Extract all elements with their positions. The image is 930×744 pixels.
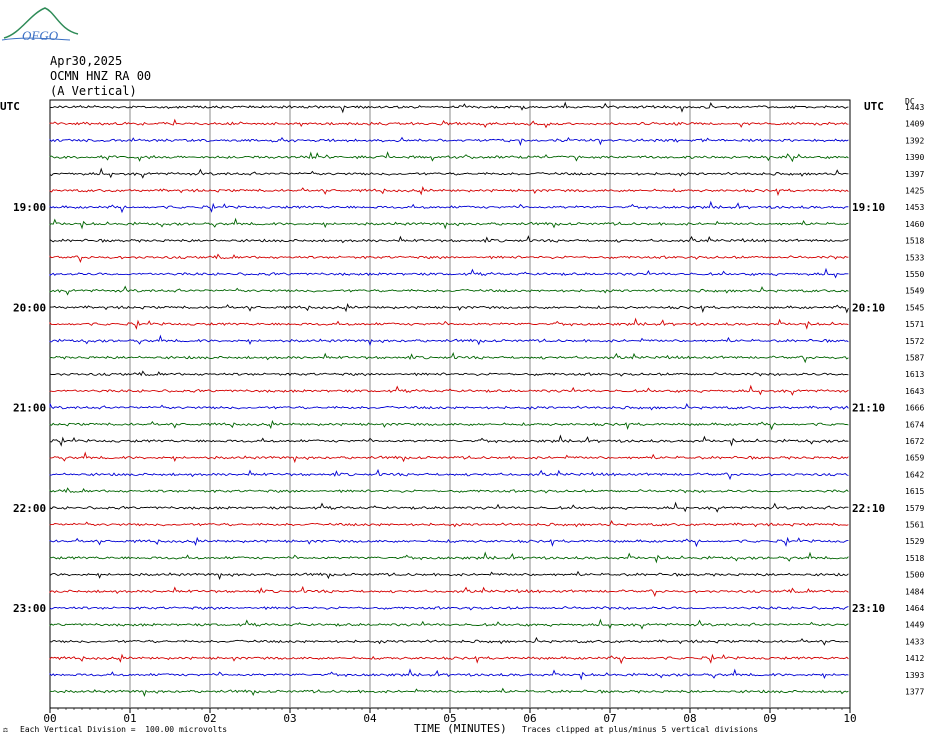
- dc-offset-label: 1545: [905, 303, 924, 312]
- seismic-trace: [49, 551, 849, 564]
- seismic-trace: [49, 687, 849, 697]
- seismic-trace: [49, 403, 849, 411]
- scale-icon: ⚖: [3, 725, 8, 734]
- seismic-trace: [49, 451, 849, 464]
- dc-offset-label: 1674: [905, 420, 924, 429]
- left-time-label: 20:00: [13, 301, 46, 314]
- dc-offset-label: 1529: [905, 537, 924, 546]
- helicorder-plot: 00 01 02 03 04 05 06 07 08 09 10144314091392139013…: [0, 97, 924, 725]
- dc-offset-label: 1659: [905, 454, 924, 463]
- dc-offset-label: 1464: [905, 604, 924, 613]
- right-time-label: 19:10: [852, 201, 885, 214]
- clip-footnote: Traces clipped at plus/minus 5 vertical …: [522, 725, 759, 734]
- seismic-trace: [49, 235, 849, 244]
- dc-offset-label: 1642: [905, 470, 924, 479]
- left-time-label: 19:00: [13, 201, 46, 214]
- left-axis-title: UTC: [0, 100, 20, 113]
- right-time-label: 21:10: [852, 402, 885, 415]
- seismic-trace: [49, 267, 849, 279]
- dc-offset-label: 1579: [905, 504, 924, 513]
- dc-offset-label: 1425: [905, 187, 924, 196]
- left-time-label: 22:00: [13, 502, 46, 515]
- seismic-trace: [49, 136, 849, 147]
- dc-offset-label: 1453: [905, 203, 924, 212]
- seismic-trace: [49, 118, 849, 129]
- dc-offset-label: 1449: [905, 621, 924, 630]
- right-time-label: 20:10: [852, 301, 885, 314]
- seismic-trace: [49, 101, 849, 114]
- dc-title: DC: [905, 97, 915, 106]
- seismic-trace: [49, 653, 849, 665]
- seismic-trace: [49, 618, 849, 630]
- seismic-trace: [49, 468, 849, 481]
- x-tick-label: 06: [523, 712, 536, 725]
- seismic-trace: [49, 334, 849, 347]
- seismic-trace: [49, 384, 849, 396]
- dc-offset-label: 1377: [905, 688, 924, 697]
- seismic-trace: [49, 217, 849, 230]
- dc-offset-label: 1571: [905, 320, 924, 329]
- seismic-trace: [49, 151, 849, 163]
- x-tick-label: 07: [603, 712, 616, 725]
- dc-offset-label: 1484: [905, 587, 924, 596]
- dc-offset-label: 1549: [905, 287, 924, 296]
- dc-offset-label: 1550: [905, 270, 924, 279]
- dc-offset-label: 1433: [905, 637, 924, 646]
- x-tick-label: 03: [283, 712, 296, 725]
- seismic-trace: [49, 536, 849, 548]
- x-tick-label: 09: [763, 712, 776, 725]
- dc-offset-label: 1393: [905, 671, 924, 680]
- x-tick-label: 08: [683, 712, 696, 725]
- dc-offset-label: 1666: [905, 404, 924, 413]
- seismic-trace: [49, 434, 849, 447]
- seismic-trace: [49, 186, 849, 197]
- seismic-trace: [49, 570, 849, 581]
- left-time-label: 21:00: [13, 402, 46, 415]
- x-tick-label: 01: [123, 712, 136, 725]
- dc-offset-label: 1561: [905, 521, 924, 530]
- scale-footnote: Each Vertical Division = 100.00 microvol…: [20, 725, 228, 734]
- dc-offset-label: 1643: [905, 387, 924, 396]
- right-axis-title: UTC: [864, 100, 884, 113]
- dc-offset-label: 1412: [905, 654, 924, 663]
- dc-offset-label: 1390: [905, 153, 924, 162]
- x-tick-label: 00: [43, 712, 56, 725]
- dc-offset-label: 1572: [905, 337, 924, 346]
- dc-offset-label: 1672: [905, 437, 924, 446]
- seismic-trace: [49, 370, 849, 377]
- dc-offset-label: 1397: [905, 170, 924, 179]
- x-tick-label: 10: [843, 712, 856, 725]
- right-time-label: 23:10: [852, 602, 885, 615]
- dc-offset-label: 1500: [905, 571, 924, 580]
- seismic-trace: [49, 636, 849, 646]
- dc-offset-label: 1460: [905, 220, 924, 229]
- seismic-trace: [49, 585, 849, 598]
- dc-offset-label: 1587: [905, 354, 924, 363]
- dc-offset-label: 1518: [905, 554, 924, 563]
- dc-offset-label: 1615: [905, 487, 924, 496]
- seismic-trace: [49, 317, 849, 330]
- seismic-trace: [49, 253, 849, 264]
- seismic-trace: [49, 668, 849, 681]
- dc-offset-label: 1613: [905, 370, 924, 379]
- seismic-trace: [49, 501, 849, 513]
- x-axis-title: TIME (MINUTES): [414, 722, 507, 735]
- dc-offset-label: 1518: [905, 237, 924, 246]
- seismic-trace: [49, 519, 849, 528]
- seismic-trace: [49, 487, 849, 494]
- seismic-trace: [49, 285, 849, 296]
- left-time-label: 23:00: [13, 602, 46, 615]
- seismic-trace: [49, 167, 849, 179]
- seismic-trace: [49, 419, 849, 431]
- right-time-label: 22:10: [852, 502, 885, 515]
- x-tick-label: 02: [203, 712, 216, 725]
- seismic-trace: [49, 302, 849, 314]
- seismic-trace: [49, 352, 849, 364]
- x-tick-label: 04: [363, 712, 377, 725]
- dc-offset-label: 1533: [905, 253, 924, 262]
- seismic-trace: [49, 605, 849, 611]
- seismic-trace: [49, 200, 849, 214]
- dc-offset-label: 1409: [905, 120, 924, 129]
- dc-offset-label: 1392: [905, 136, 924, 145]
